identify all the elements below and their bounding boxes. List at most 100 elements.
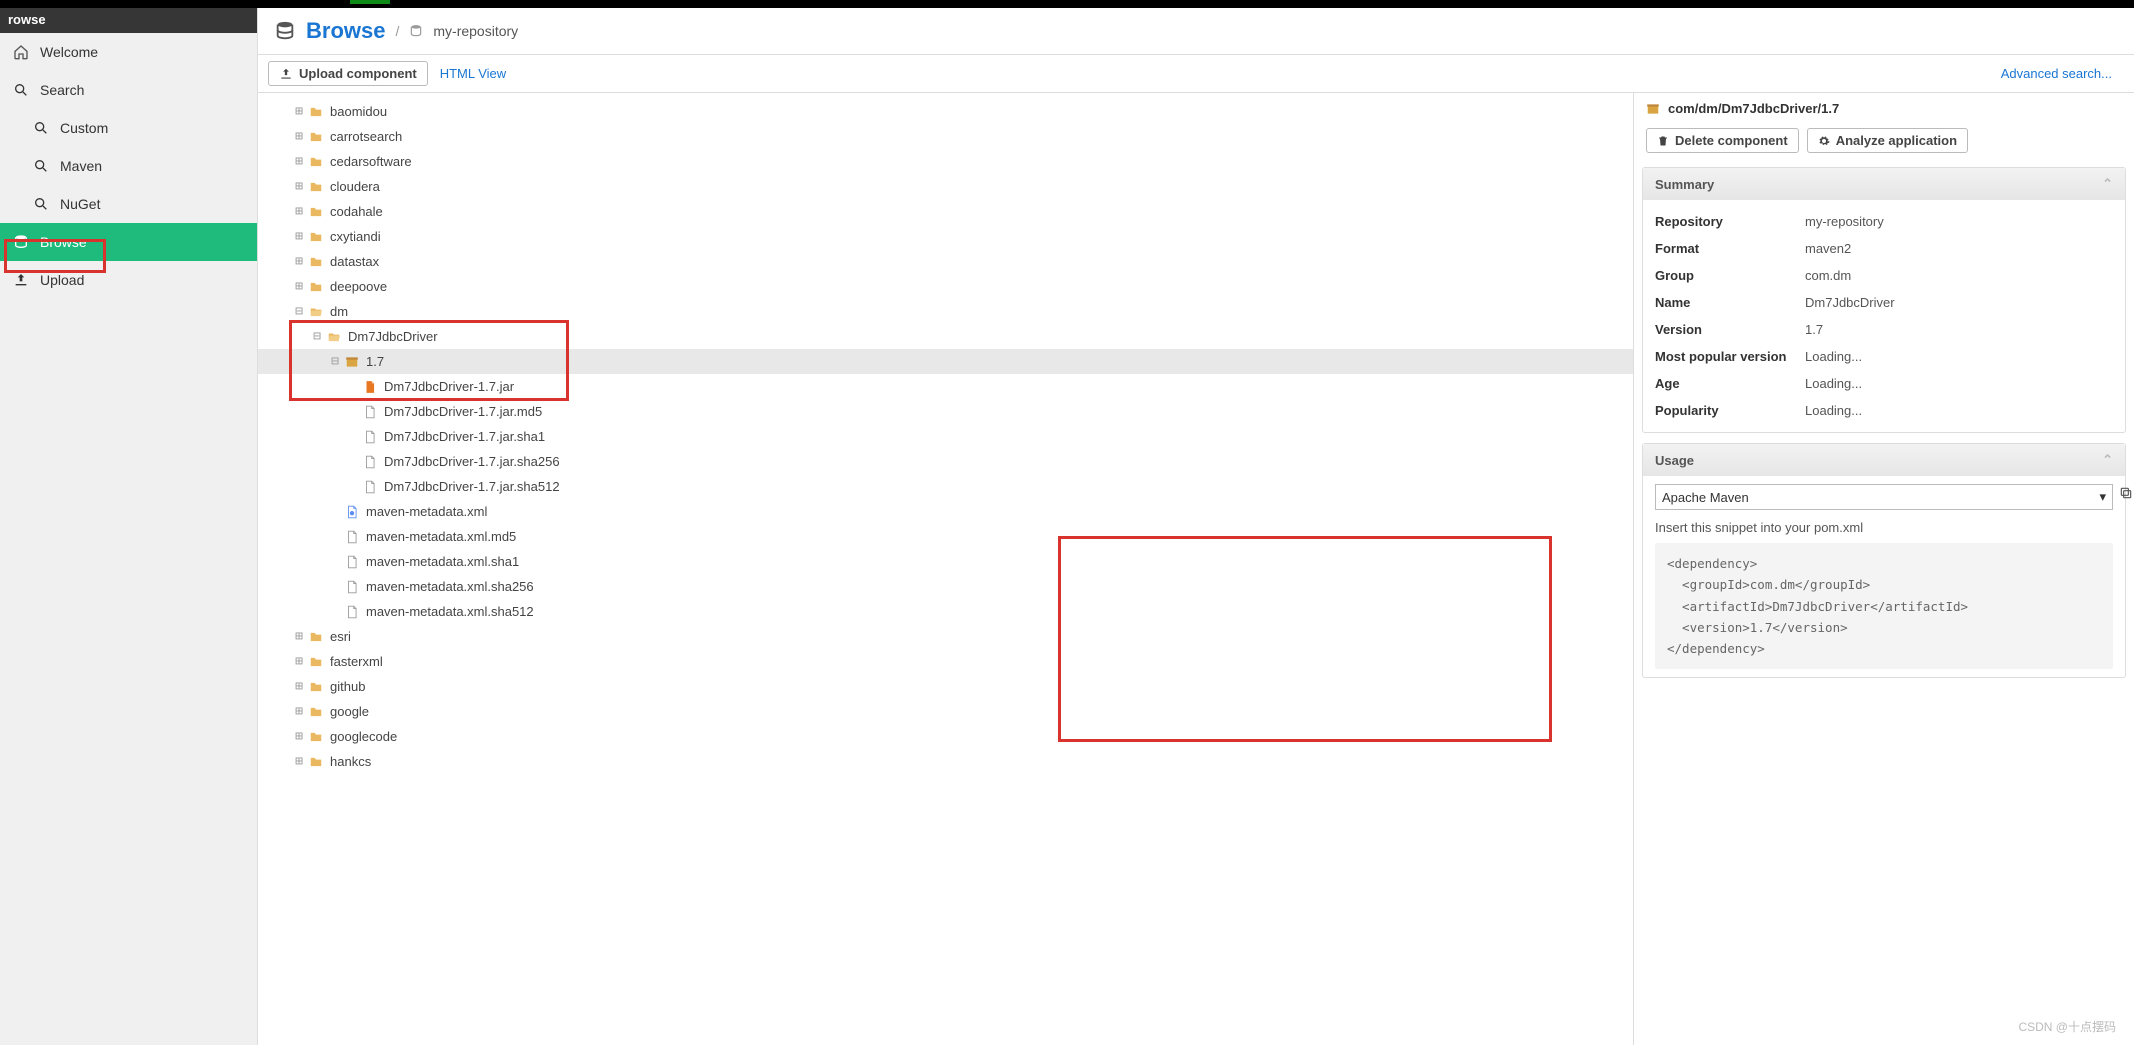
file-icon [362,454,378,470]
tree-pane[interactable]: ⊞baomidou⊞carrotsearch⊞cedarsoftware⊞clo… [258,93,1634,1045]
expander-icon[interactable]: ⊞ [292,129,306,144]
file-icon [344,579,360,595]
tree-node[interactable]: ⊞ baomidou [258,99,1633,124]
tree-node[interactable]: maven-metadata.xml.sha256 [258,574,1633,599]
tree-node[interactable]: ⊞ googlecode [258,724,1633,749]
expander-icon[interactable]: ⊟ [310,329,324,344]
xml-icon [344,504,360,520]
collapse-icon[interactable]: ⌃ [2102,176,2113,192]
file-icon [344,554,360,570]
tree-node-label: baomidou [328,104,387,119]
tree-node[interactable]: ⊞ cedarsoftware [258,149,1633,174]
tree-node-label: googlecode [328,729,397,744]
sidebar-item-nuget[interactable]: NuGet [0,185,257,223]
expander-icon[interactable]: ⊞ [292,704,306,719]
tree-node[interactable]: ⊞carrotsearch [258,124,1633,149]
expander-icon[interactable]: ⊞ [292,229,306,244]
tree-node[interactable]: ⊞datastax [258,249,1633,274]
gear-icon [1818,135,1830,147]
expander-icon[interactable]: ⊞ [292,254,306,269]
trash-icon [1657,135,1669,147]
tree-node[interactable]: Dm7JdbcDriver-1.7.jar.sha512 [258,474,1633,499]
expander-icon[interactable]: ⊟ [328,354,342,369]
sidebar-item-custom[interactable]: Custom [0,109,257,147]
expander-icon[interactable]: ⊞ [292,679,306,694]
detail-pane: com/dm/Dm7JdbcDriver/1.7 Delete componen… [1634,93,2134,1045]
summary-row: Repositorymy-repository [1655,208,2113,235]
tree-node-label: 1.7 [364,354,384,369]
tree-node[interactable]: ⊞ cxytiandi [258,224,1633,249]
tree-node[interactable]: ⊞google [258,699,1633,724]
expander-icon[interactable]: ⊞ [292,754,306,769]
tree-node[interactable]: ⊞codahale [258,199,1633,224]
upload-icon [279,67,293,81]
usage-snippet: <dependency> <groupId>com.dm</groupId> <… [1655,543,2113,669]
tree-node-label: github [328,679,365,694]
expander-icon[interactable]: ⊞ [292,104,306,119]
analyze-application-button[interactable]: Analyze application [1807,128,1968,153]
folder-icon [308,104,324,120]
folder-icon [308,679,324,695]
tree-node[interactable]: Dm7JdbcDriver-1.7.jar.md5 [258,399,1633,424]
folder-icon [308,254,324,270]
upload-component-button[interactable]: Upload component [268,61,428,86]
summary-title: Summary [1655,177,1714,192]
tree-node[interactable]: maven-metadata.xml.md5 [258,524,1633,549]
expander-icon[interactable]: ⊞ [292,154,306,169]
tree-node[interactable]: Dm7JdbcDriver-1.7.jar [258,374,1633,399]
tree-node[interactable]: Dm7JdbcDriver-1.7.jar.sha1 [258,424,1633,449]
sidebar-item-upload[interactable]: Upload [0,261,257,299]
summary-row: PopularityLoading... [1655,397,2113,424]
summary-value: Dm7JdbcDriver [1805,295,1895,310]
expander-icon[interactable]: ⊟ [292,304,306,319]
tree-node[interactable]: Dm7JdbcDriver-1.7.jar.sha256 [258,449,1633,474]
tree-node-label: fasterxml [328,654,383,669]
tree-node-label: cedarsoftware [328,154,412,169]
sidebar-item-search[interactable]: Search [0,71,257,109]
summary-value: Loading... [1805,376,1862,391]
sidebar-item-browse[interactable]: Browse [0,223,257,261]
folder-icon [308,204,324,220]
tree-node[interactable]: ⊟Dm7JdbcDriver [258,324,1633,349]
usage-title: Usage [1655,453,1694,468]
html-view-link[interactable]: HTML View [440,66,506,81]
expander-icon[interactable]: ⊞ [292,279,306,294]
tree-node[interactable]: ⊞ github [258,674,1633,699]
expander-icon[interactable]: ⊞ [292,179,306,194]
tree-node-label: cxytiandi [328,229,381,244]
sidebar-item-welcome[interactable]: Welcome [0,33,257,71]
expander-icon[interactable]: ⊞ [292,629,306,644]
tree-node[interactable]: ⊞esri [258,624,1633,649]
sidebar-item-label: Browse [40,234,87,250]
tree-node-label: maven-metadata.xml.sha512 [364,604,534,619]
tree-node[interactable]: ⊞ fasterxml [258,649,1633,674]
summary-row: Formatmaven2 [1655,235,2113,262]
folder-open-icon [326,329,342,345]
tree-node-label: Dm7JdbcDriver-1.7.jar.md5 [382,404,542,419]
file-icon [362,429,378,445]
file-icon [362,404,378,420]
db-icon [12,233,30,251]
db-icon [274,20,296,42]
expander-icon[interactable]: ⊞ [292,729,306,744]
sidebar-item-label: Upload [40,272,84,288]
tree-node[interactable]: ⊟dm [258,299,1633,324]
summary-key: Name [1655,295,1805,310]
upload-icon [12,271,30,289]
expander-icon[interactable]: ⊞ [292,204,306,219]
tree-node[interactable]: maven-metadata.xml.sha1 [258,549,1633,574]
expander-icon[interactable]: ⊞ [292,654,306,669]
sidebar-item-maven[interactable]: Maven [0,147,257,185]
tree-node[interactable]: ⊟ 1.7 [258,349,1633,374]
tree-node[interactable]: ⊞deepoove [258,274,1633,299]
delete-component-button[interactable]: Delete component [1646,128,1799,153]
tree-node[interactable]: ⊞hankcs [258,749,1633,774]
copy-icon[interactable] [2119,486,2133,500]
usage-format-select[interactable]: Apache Maven ▾ [1655,484,2113,510]
tree-node[interactable]: maven-metadata.xml [258,499,1633,524]
advanced-search-link[interactable]: Advanced search... [2001,66,2124,81]
tree-node-label: Dm7JdbcDriver-1.7.jar [382,379,514,394]
collapse-icon[interactable]: ⌃ [2102,452,2113,468]
tree-node[interactable]: maven-metadata.xml.sha512 [258,599,1633,624]
tree-node[interactable]: ⊞cloudera [258,174,1633,199]
